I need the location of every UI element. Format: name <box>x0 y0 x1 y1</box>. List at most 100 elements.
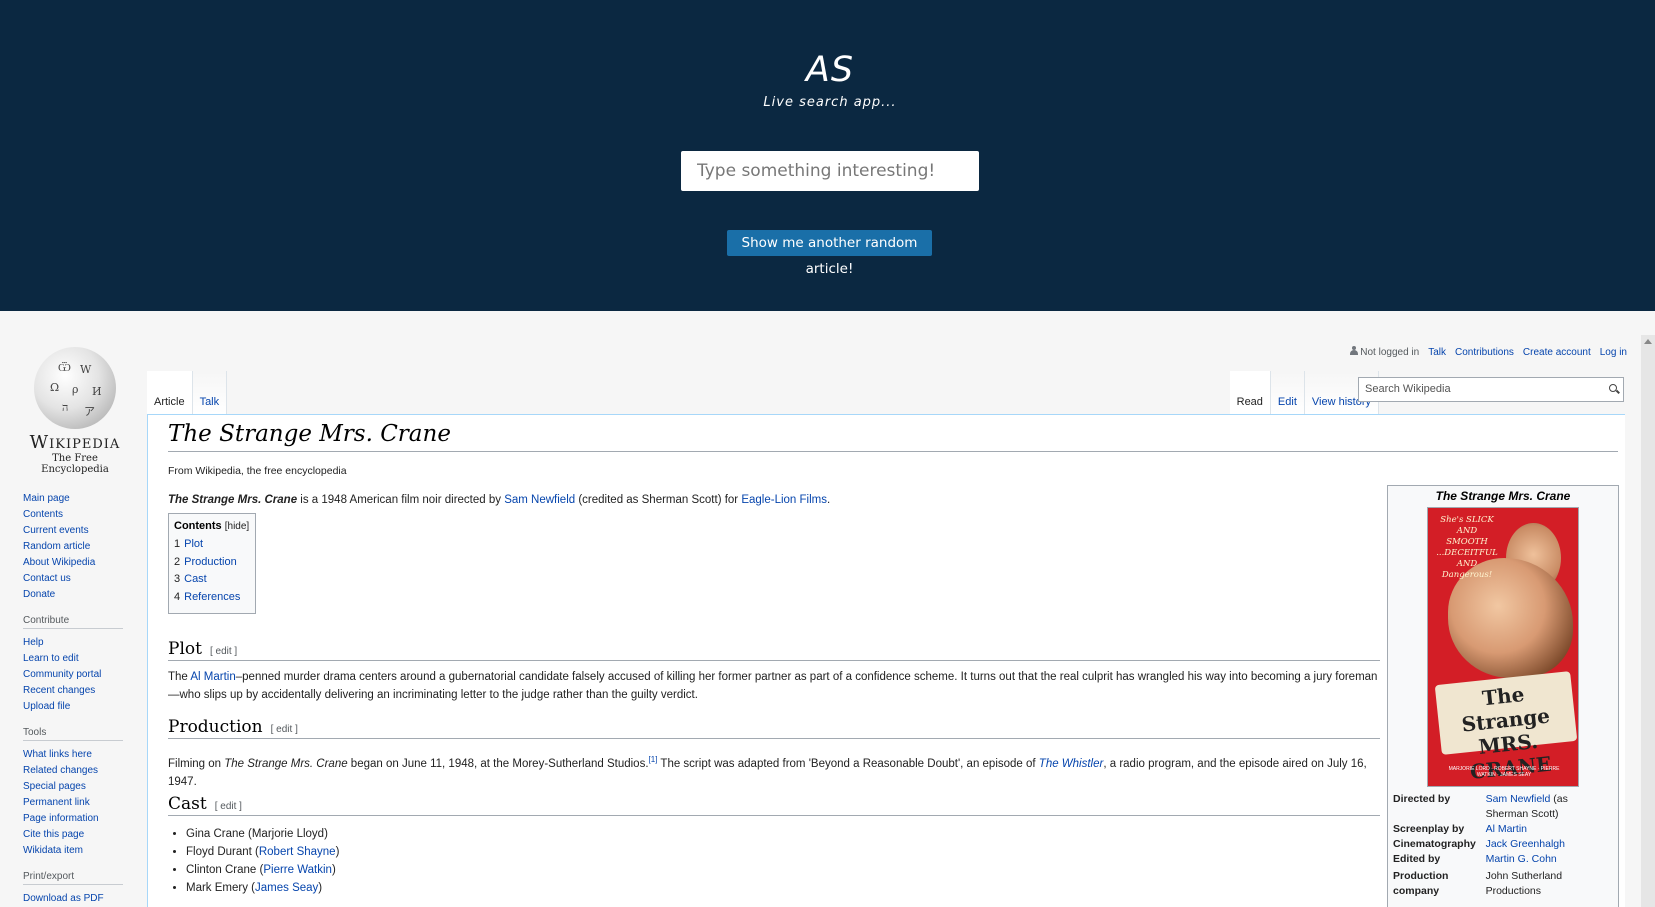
login-link[interactable]: Log in <box>1600 347 1627 358</box>
plot-edit-link[interactable]: [ edit ] <box>210 646 237 657</box>
contributions-link[interactable]: Contributions <box>1455 347 1514 358</box>
app-header: AS Live search app... Show me another ra… <box>0 0 1655 311</box>
toc-title: Contents [hide] <box>174 520 250 532</box>
tab-edit[interactable]: Edit <box>1270 371 1305 414</box>
wikipedia-tagline: The Free Encyclopedia <box>41 453 109 475</box>
production-paragraph: Filming on The Strange Mrs. Crane began … <box>168 755 1367 788</box>
whistler-link[interactable]: The Whistler <box>1039 758 1104 770</box>
wikipedia-logo[interactable]: ѾW Ωρ Иה ア Wikipedia The Free Encycloped… <box>20 347 130 475</box>
list-item: Gina Crane (Marjorie Lloyd) <box>186 825 339 843</box>
tab-read[interactable]: Read <box>1229 371 1271 414</box>
nav-contact[interactable]: Contact us <box>23 571 143 587</box>
nav-help[interactable]: Help <box>23 635 143 651</box>
director-link[interactable]: Sam Newfield <box>504 494 575 506</box>
tab-article[interactable]: Article <box>147 371 193 414</box>
nav-main-page[interactable]: Main page <box>23 491 143 507</box>
nav-community-portal[interactable]: Community portal <box>23 667 143 683</box>
nav-special-pages[interactable]: Special pages <box>23 779 143 795</box>
nav-permanent-link[interactable]: Permanent link <box>23 795 143 811</box>
wikipedia-wordmark: Wikipedia <box>29 432 121 453</box>
nav-about[interactable]: About Wikipedia <box>23 555 143 571</box>
nav-heading-tools: Tools <box>23 726 123 741</box>
scroll-up-arrow-icon[interactable] <box>1644 339 1652 344</box>
nav-upload-file[interactable]: Upload file <box>23 699 143 715</box>
toc-item-references[interactable]: 4 References <box>174 589 250 607</box>
frame-scrollbar[interactable] <box>1641 335 1655 907</box>
list-item: Floyd Durant (Robert Shayne) <box>186 843 339 861</box>
infobox: The Strange Mrs. Crane She's SLICK AND S… <box>1387 485 1619 907</box>
nav-wikidata-item[interactable]: Wikidata item <box>23 843 143 859</box>
nav-page-information[interactable]: Page information <box>23 811 143 827</box>
poster-credits: MARJORIE LORD · ROBERT SHAYNE · PIERRE W… <box>1448 766 1560 778</box>
sidebar-nav: Main page Contents Current events Random… <box>23 491 143 907</box>
nav-what-links-here[interactable]: What links here <box>23 747 143 763</box>
production-heading: Production <box>168 717 263 737</box>
nav-related-changes[interactable]: Related changes <box>23 763 143 779</box>
list-item: Clinton Crane (Pierre Watkin) <box>186 861 339 879</box>
user-icon <box>1350 346 1359 355</box>
production-edit-link[interactable]: [ edit ] <box>271 724 298 735</box>
namespace-tabs: Article Talk <box>147 371 228 414</box>
personal-tools: Not logged in Talk Contributions Create … <box>1350 346 1627 358</box>
toc-item-plot[interactable]: 1 Plot <box>174 536 250 554</box>
lead-title: The Strange Mrs. Crane <box>168 494 298 506</box>
infobox-row-production-company: Production company John Sutherland Produ… <box>1393 870 1563 897</box>
nav-learn-to-edit[interactable]: Learn to edit <box>23 651 143 667</box>
wikipedia-search-input[interactable]: Search Wikipedia <box>1358 377 1624 402</box>
random-article-button[interactable]: Show me another random article! <box>727 230 932 277</box>
nav-heading-contribute: Contribute <box>23 614 123 629</box>
toc-item-cast[interactable]: 3 Cast <box>174 571 250 589</box>
nav-download-pdf[interactable]: Download as PDF <box>23 891 143 907</box>
page-subtitle: From Wikipedia, the free encyclopedia <box>168 465 347 477</box>
wikipedia-globe-icon: ѾW Ωρ Иה ア <box>34 347 116 429</box>
page-title: The Strange Mrs. Crane <box>168 421 1618 452</box>
create-account-link[interactable]: Create account <box>1523 347 1591 358</box>
toc-item-production[interactable]: 2 Production <box>174 554 250 572</box>
wikipedia-search-placeholder: Search Wikipedia <box>1365 383 1451 395</box>
nav-heading-print: Print/export <box>23 870 123 885</box>
personal-talk-link[interactable]: Talk <box>1428 347 1446 358</box>
screenplay-link[interactable]: Al Martin <box>1486 823 1527 835</box>
film-poster-image[interactable]: She's SLICK AND SMOOTH ...DECEITFUL AND … <box>1427 507 1579 787</box>
search-icon[interactable] <box>1609 384 1617 392</box>
actor-link[interactable]: Robert Shayne <box>259 846 336 858</box>
studio-link[interactable]: Eagle-Lion Films <box>741 494 827 506</box>
nav-recent-changes[interactable]: Recent changes <box>23 683 143 699</box>
infobox-row-screenplay: Screenplay by Al Martin <box>1393 823 1528 835</box>
app-logo: AS <box>805 50 855 90</box>
not-logged-in-status: Not logged in <box>1350 346 1419 358</box>
nav-random-article[interactable]: Random article <box>23 539 143 555</box>
lead-text-2: (credited as Sherman Scott) for <box>575 494 742 506</box>
nav-current-events[interactable]: Current events <box>23 523 143 539</box>
editor-link[interactable]: Martin G. Cohn <box>1486 853 1557 865</box>
lead-paragraph: The Strange Mrs. Crane is a 1948 America… <box>168 494 830 506</box>
toc-hide-link[interactable]: [hide] <box>225 521 249 532</box>
cinematographer-link[interactable]: Jack Greenhalgh <box>1486 838 1565 850</box>
wikipedia-frame[interactable]: ѾW Ωρ Иה ア Wikipedia The Free Encycloped… <box>0 311 1655 907</box>
actor-link[interactable]: James Seay <box>255 882 318 894</box>
plot-heading: Plot <box>168 639 202 659</box>
infobox-row-edited-by: Edited by Martin G. Cohn <box>1393 853 1557 865</box>
view-tabs: Read Edit View history <box>1229 371 1379 414</box>
poster-tagline: She's SLICK AND SMOOTH ...DECEITFUL AND … <box>1436 515 1498 580</box>
tab-talk[interactable]: Talk <box>192 371 228 414</box>
nav-contents[interactable]: Contents <box>23 507 143 523</box>
section-heading-production: Production [ edit ] <box>168 717 1380 739</box>
table-of-contents: Contents [hide] 1 Plot 2 Production 3 Cast … <box>168 513 256 614</box>
list-item: Mark Emery (James Seay) <box>186 879 339 897</box>
cast-list: Gina Crane (Marjorie Lloyd) Floyd Durant… <box>186 825 339 897</box>
infobox-row-cinematography: Cinematography Jack Greenhalgh <box>1393 838 1565 850</box>
nav-cite-this-page[interactable]: Cite this page <box>23 827 143 843</box>
plot-paragraph: The Al Martin–penned murder drama center… <box>168 671 1378 701</box>
actor-link[interactable]: Pierre Watkin <box>263 864 332 876</box>
director-link[interactable]: Sam Newfield <box>1486 793 1551 805</box>
infobox-row-directed-by: Directed by Sam Newfield (as Sherman Sco… <box>1393 793 1568 820</box>
infobox-title: The Strange Mrs. Crane <box>1435 489 1571 503</box>
live-search-input[interactable] <box>681 151 979 191</box>
app-tagline: Live search app... <box>763 95 897 110</box>
cast-heading: Cast <box>168 794 207 814</box>
writer-link[interactable]: Al Martin <box>190 671 235 683</box>
cast-edit-link[interactable]: [ edit ] <box>215 801 242 812</box>
nav-donate[interactable]: Donate <box>23 587 143 603</box>
article-content: The Strange Mrs. Crane From Wikipedia, t… <box>147 414 1625 907</box>
